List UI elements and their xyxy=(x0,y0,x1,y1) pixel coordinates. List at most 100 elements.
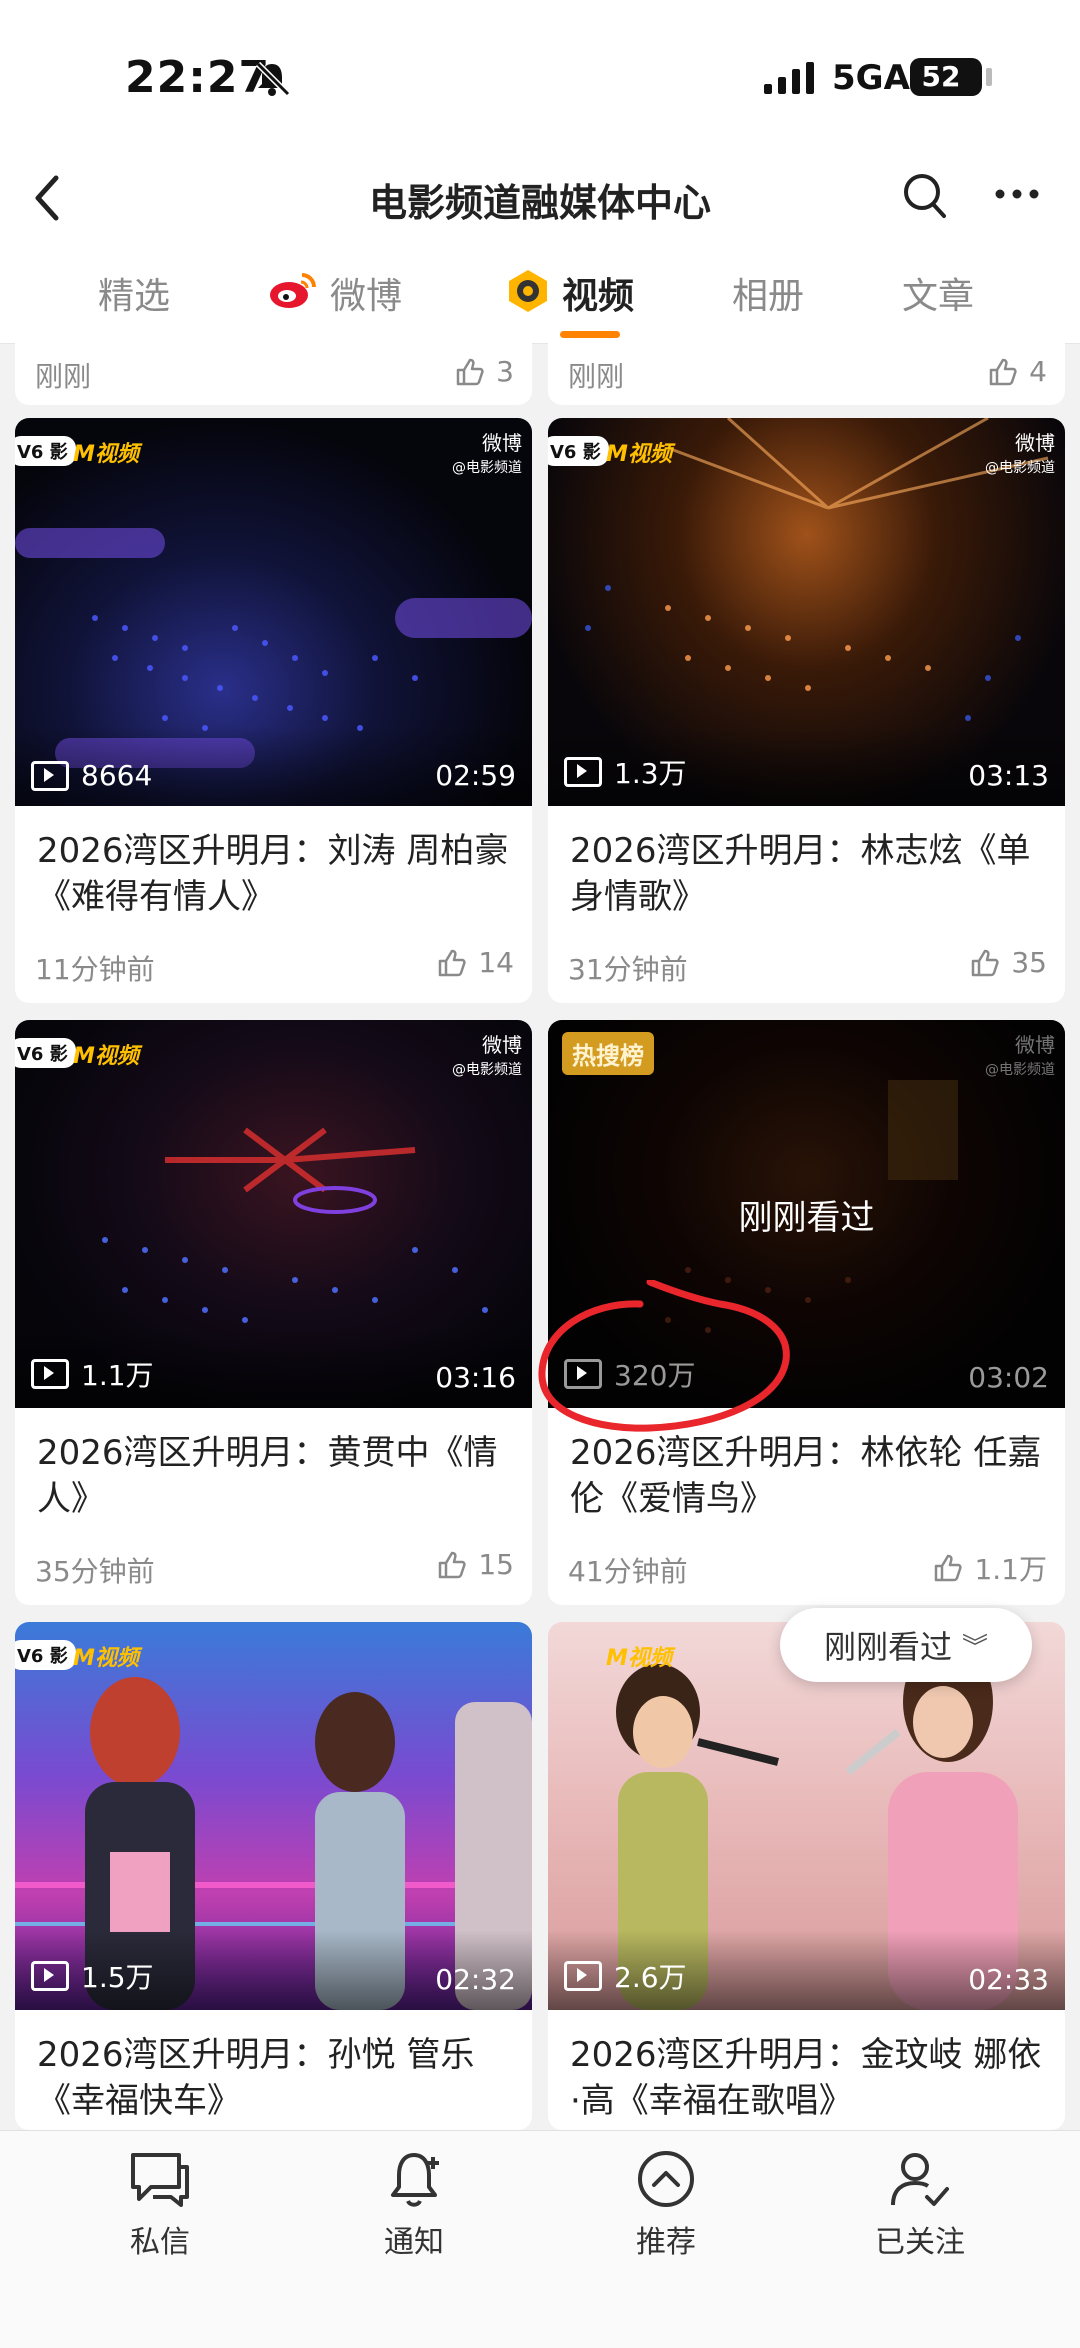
like-count: 1.1万 xyxy=(974,1553,1047,1586)
video-duration: 02:59 xyxy=(435,759,516,792)
weibo-watermark: 微博 @电影频道 xyxy=(452,432,522,479)
like-button[interactable]: 14 xyxy=(436,946,514,979)
tab-video[interactable]: 视频 xyxy=(562,267,634,319)
status-time: 22:27 xyxy=(125,52,271,103)
watermark-text: 微博 xyxy=(1015,431,1055,455)
bell-plus-icon xyxy=(391,2153,439,2207)
bell-muted-icon xyxy=(255,61,291,97)
annotation-circle xyxy=(538,1280,790,1432)
view-count-value: 1.5万 xyxy=(81,1961,154,1994)
video-title[interactable]: 2026湾区升明月：林依轮 任嘉伦《爱情鸟》 xyxy=(570,1430,1050,1522)
bottom-nav-label: 已关注 xyxy=(875,2225,965,2260)
video-thumbnail[interactable]: V6 影 M视频 微博 @电影频道 1.3万 03:13 xyxy=(548,418,1065,806)
battery-tip xyxy=(986,68,992,86)
more-icon[interactable] xyxy=(992,174,1042,214)
watermark-sub: @电影频道 xyxy=(452,460,522,476)
tab-album[interactable]: 相册 xyxy=(732,267,804,319)
tab-bar: 精选 微博 视频 相册 文章 xyxy=(0,245,1080,344)
bottom-nav-label: 推荐 xyxy=(636,2225,696,2260)
video-title[interactable]: 2026湾区升明月：刘涛 周柏豪《难得有情人》 xyxy=(37,828,517,920)
card-time: 刚刚 xyxy=(35,360,92,393)
weibo-watermark: 微博 @电影频道 xyxy=(452,1034,522,1081)
partial-card-left[interactable]: 刚刚 3 xyxy=(15,343,532,405)
like-count: 35 xyxy=(1011,946,1047,979)
thumbs-up-icon xyxy=(935,1554,963,1582)
battery-icon: 52 xyxy=(910,58,982,96)
play-count-icon xyxy=(564,757,602,787)
view-count: 2.6万 xyxy=(564,1956,687,1996)
like-button[interactable]: 15 xyxy=(436,1548,514,1581)
weibo-icon xyxy=(270,273,316,308)
video-tab-icon xyxy=(509,270,547,312)
view-count-value: 2.6万 xyxy=(614,1961,687,1994)
cctv6-logo: V6 影 xyxy=(15,436,76,466)
video-card[interactable]: V6 影 M视频 微博 @电影频道 8664 02:59 2026湾区升明月：刘涛… xyxy=(15,418,532,1003)
play-count-icon xyxy=(564,1961,602,1991)
video-title[interactable]: 2026湾区升明月：孙悦 管乐《幸福快车》 xyxy=(37,2032,517,2124)
status-bar: 22:27 5GA 52 xyxy=(0,0,1080,150)
thumbs-up-icon xyxy=(989,358,1017,385)
weibo-watermark: 微博 @电影频道 xyxy=(985,432,1055,479)
bottom-nav-messages[interactable]: 私信 xyxy=(80,2149,240,2261)
view-count-value: 1.3万 xyxy=(614,757,687,790)
video-card[interactable]: V6 影 M视频 微博 @电影频道 1.3万 03:13 2026湾区升明月：林志… xyxy=(548,418,1065,1003)
video-title[interactable]: 2026湾区升明月：金玟岐 娜依·高《幸福在歌唱》 xyxy=(570,2032,1050,2124)
video-duration: 02:33 xyxy=(968,1963,1049,1996)
watermark-text: 微博 xyxy=(482,1033,522,1057)
like-button[interactable]: 35 xyxy=(969,946,1047,979)
bottom-nav-following[interactable]: 已关注 xyxy=(840,2149,1000,2261)
bottom-nav-label: 私信 xyxy=(130,2225,190,2260)
user-check-icon xyxy=(891,2153,949,2206)
thumbs-up-icon xyxy=(456,358,484,385)
video-thumbnail[interactable]: V6 影 M视频 微博 @电影频道 8664 02:59 xyxy=(15,418,532,806)
tab-active-indicator xyxy=(560,331,620,338)
watermark-sub: @电影频道 xyxy=(452,1062,522,1078)
m-video-logo: M视频 xyxy=(606,1646,672,1671)
video-card[interactable]: V6 影 M视频 微博 @电影频道 1.1万 03:16 2026湾区升明月：黄贯… xyxy=(15,1020,532,1605)
view-count: 1.1万 xyxy=(31,1354,154,1394)
like-button[interactable]: 1.1万 xyxy=(932,1548,1047,1588)
message-icon xyxy=(131,2153,189,2207)
card-time: 35分钟前 xyxy=(35,1555,155,1588)
view-count-value: 8664 xyxy=(81,759,153,792)
like-count: 3 xyxy=(496,355,514,388)
network-type: 5GA xyxy=(832,58,910,98)
tab-weibo[interactable]: 微博 xyxy=(330,267,402,319)
thumbs-up-icon xyxy=(439,1551,466,1578)
video-card[interactable]: V6 影 M视频 1.5万 02:32 2026湾区升明月：孙悦 管乐《幸福快车… xyxy=(15,1622,532,2130)
cctv6-logo: V6 影 xyxy=(15,1038,76,1068)
bottom-nav-notifications[interactable]: 通知 xyxy=(334,2149,494,2261)
play-count-icon xyxy=(31,1359,69,1389)
like-button[interactable]: 3 xyxy=(454,355,514,388)
bottom-nav-recommend[interactable]: 推荐 xyxy=(586,2149,746,2261)
watched-label: 刚刚看过 xyxy=(738,1198,875,1238)
m-video-logo: M视频 xyxy=(606,442,672,467)
view-count: 8664 xyxy=(31,759,152,792)
video-title[interactable]: 2026湾区升明月：黄贯中《情人》 xyxy=(37,1430,517,1522)
battery-level: 52 xyxy=(921,60,961,93)
tab-featured[interactable]: 精选 xyxy=(98,267,170,319)
video-thumbnail[interactable]: V6 影 M视频 微博 @电影频道 1.1万 03:16 xyxy=(15,1020,532,1408)
double-chevron-down-icon: ︾ xyxy=(962,1632,989,1663)
nav-bar: 电影频道融媒体中心 xyxy=(0,150,1080,245)
play-count-icon xyxy=(31,1961,69,1991)
video-title[interactable]: 2026湾区升明月：林志炫《单身情歌》 xyxy=(570,828,1050,920)
thumbs-up-icon xyxy=(439,949,466,976)
video-thumbnail[interactable]: V6 影 M视频 1.5万 02:32 xyxy=(15,1622,532,2010)
like-button[interactable]: 4 xyxy=(987,355,1047,388)
view-count: 1.3万 xyxy=(564,752,687,792)
card-time: 11分钟前 xyxy=(35,953,155,986)
view-count-value: 1.1万 xyxy=(81,1359,154,1392)
recently-watched-button[interactable]: 刚刚看过 ︾ xyxy=(780,1608,1032,1682)
tab-articles[interactable]: 文章 xyxy=(902,267,974,319)
bottom-nav: 私信 通知 推荐 已关注 xyxy=(0,2130,1080,2348)
video-duration: 03:02 xyxy=(968,1361,1049,1394)
m-video-logo: M视频 xyxy=(73,442,139,467)
search-icon[interactable] xyxy=(900,168,948,222)
video-card[interactable]: M视频 2.6万 02:33 2026湾区升明月：金玟岐 娜依·高《幸福在歌唱》 xyxy=(548,1622,1065,2130)
cctv6-logo: V6 影 xyxy=(15,1640,76,1670)
partial-card-right[interactable]: 刚刚 4 xyxy=(548,343,1065,405)
like-count: 14 xyxy=(478,946,514,979)
chevron-up-circle-icon xyxy=(638,2151,694,2207)
like-count: 15 xyxy=(478,1548,514,1581)
